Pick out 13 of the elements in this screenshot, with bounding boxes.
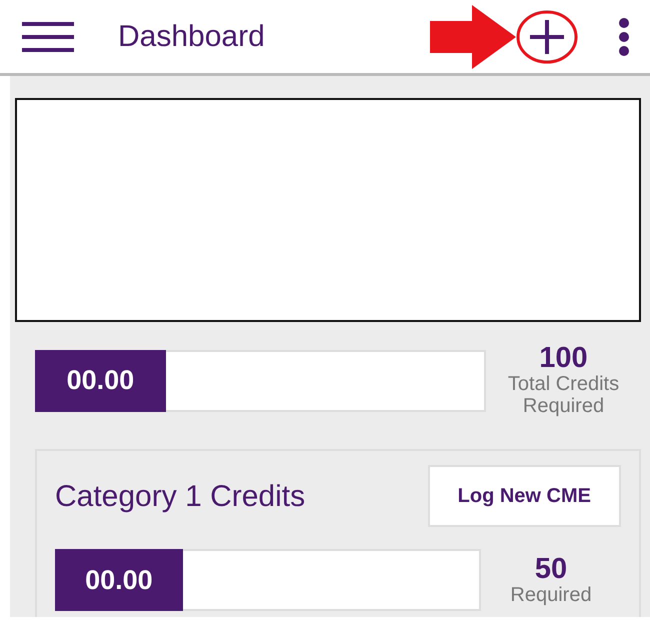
required-label: Required	[509, 584, 593, 606]
credits-value: 00.00	[85, 564, 153, 597]
screen-title: Dashboard	[118, 19, 265, 55]
credits-value: 00.00	[66, 364, 134, 398]
more-options-icon[interactable]	[618, 16, 630, 56]
category-title: Category 1 Credits	[55, 478, 306, 514]
required-label: Total Credits Required	[506, 373, 620, 417]
required-count: 100	[538, 344, 589, 373]
arrow-icon	[430, 4, 516, 68]
log-new-cme-button[interactable]: Log New CME	[428, 465, 621, 527]
add-icon[interactable]	[516, 10, 578, 64]
menu-icon[interactable]	[22, 22, 74, 52]
required-count: 50	[534, 554, 568, 584]
